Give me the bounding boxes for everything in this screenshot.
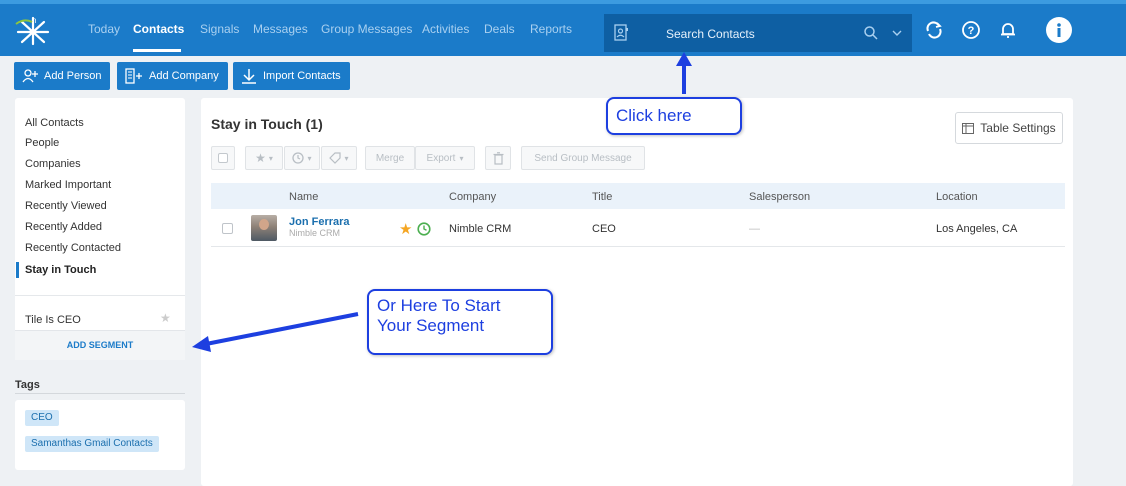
click-here-callout: Click here <box>606 97 742 135</box>
export-label: Export <box>426 152 456 164</box>
contact-lists-sidebar: All Contacts People Companies Marked Imp… <box>15 98 185 360</box>
column-header-name[interactable]: Name <box>289 191 318 203</box>
table-settings-button[interactable]: Table Settings <box>955 112 1063 144</box>
column-header-location[interactable]: Location <box>936 191 978 203</box>
nav-active-indicator <box>133 49 181 52</box>
sync-icon[interactable] <box>924 20 944 40</box>
sidebar-item-recently-contacted[interactable]: Recently Contacted <box>25 242 121 254</box>
tag-samanthas-gmail-contacts[interactable]: Samanthas Gmail Contacts <box>25 436 159 452</box>
download-icon <box>242 69 256 84</box>
import-contacts-label: Import Contacts <box>263 70 341 82</box>
trash-icon <box>493 151 503 165</box>
sidebar-item-companies[interactable]: Companies <box>25 158 81 170</box>
contacts-list-panel: Stay in Touch (1) Table Settings ★ ▾ ▾ ▾ … <box>201 98 1073 486</box>
contact-avatar[interactable] <box>251 215 277 241</box>
row-checkbox[interactable] <box>222 223 233 234</box>
add-company-icon <box>125 68 142 84</box>
nav-group-messages[interactable]: Group Messages <box>321 22 412 36</box>
callout-line-2: Your Segment <box>377 316 485 335</box>
nimble-logo-icon[interactable]: n <box>14 14 52 46</box>
list-title: Stay in Touch (1) <box>211 116 323 132</box>
add-company-button[interactable]: Add Company <box>117 62 228 90</box>
column-header-company[interactable]: Company <box>449 191 496 203</box>
sidebar-divider <box>15 295 185 296</box>
start-segment-callout: Or Here To Start Your Segment <box>367 289 553 355</box>
add-segment-button[interactable]: ADD SEGMENT <box>15 330 185 360</box>
send-group-message-button[interactable]: Send Group Message <box>521 146 645 170</box>
nav-signals[interactable]: Signals <box>200 22 239 36</box>
export-dropdown[interactable]: Export ▾ <box>415 146 475 170</box>
table-settings-label: Table Settings <box>980 121 1056 135</box>
svg-text:?: ? <box>968 25 975 37</box>
column-header-salesperson[interactable]: Salesperson <box>749 191 810 203</box>
contact-company-subtitle: Nimble CRM <box>289 228 341 238</box>
sidebar-active-indicator <box>16 262 19 278</box>
callout-line-1: Or Here To Start <box>377 296 501 315</box>
search-options[interactable] <box>856 14 912 52</box>
notifications-bell-icon[interactable] <box>998 20 1018 40</box>
contact-title: CEO <box>592 223 616 235</box>
nav-deals[interactable]: Deals <box>484 22 515 36</box>
sidebar-item-recently-added[interactable]: Recently Added <box>25 221 102 233</box>
nav-activities[interactable]: Activities <box>422 22 469 36</box>
contact-company: Nimble CRM <box>449 223 512 235</box>
columns-icon <box>962 122 975 134</box>
nav-today[interactable]: Today <box>88 22 120 36</box>
sidebar-item-people[interactable]: People <box>25 137 59 149</box>
contact-name-link[interactable]: Jon Ferrara <box>289 216 350 228</box>
nav-reports[interactable]: Reports <box>530 22 572 36</box>
svg-text:n: n <box>32 16 36 25</box>
stay-in-touch-clock-icon[interactable] <box>417 222 431 236</box>
clock-icon <box>292 152 305 164</box>
search-contacts-input[interactable]: Search Contacts <box>604 14 856 52</box>
chevron-down-icon[interactable] <box>892 29 902 37</box>
segment-tile-is-ceo[interactable]: Tile Is CEO <box>25 314 81 326</box>
table-header: Name Company Title Salesperson Location <box>211 183 1065 209</box>
tags-heading: Tags <box>15 379 40 391</box>
contact-salesperson: — <box>749 223 760 235</box>
mark-important-dropdown[interactable]: ★ ▾ <box>245 146 283 170</box>
add-person-button[interactable]: Add Person <box>14 62 111 90</box>
contact-card-icon <box>614 24 628 41</box>
delete-button[interactable] <box>485 146 511 170</box>
column-header-title[interactable]: Title <box>592 191 612 203</box>
nav-contacts[interactable]: Contacts <box>133 22 184 36</box>
sidebar-item-all-contacts[interactable]: All Contacts <box>25 117 84 129</box>
help-icon[interactable]: ? <box>961 20 981 40</box>
sidebar-item-stay-in-touch[interactable]: Stay in Touch <box>25 264 96 276</box>
top-navigation-bar: n Today Contacts Signals Messages Group … <box>0 0 1126 56</box>
tag-ceo[interactable]: CEO <box>25 410 59 426</box>
tags-divider <box>15 393 185 394</box>
select-all-checkbox[interactable] <box>211 146 235 170</box>
import-contacts-button[interactable]: Import Contacts <box>233 62 350 90</box>
add-person-label: Add Person <box>44 70 102 82</box>
info-icon <box>1057 23 1061 37</box>
merge-button[interactable]: Merge <box>365 146 415 170</box>
search-placeholder: Search Contacts <box>666 27 755 41</box>
search-icon[interactable] <box>863 25 879 41</box>
user-avatar[interactable] <box>1046 17 1072 43</box>
tags-panel: CEO Samanthas Gmail Contacts <box>15 400 185 470</box>
nav-messages[interactable]: Messages <box>253 22 308 36</box>
tag-dropdown[interactable]: ▾ <box>321 146 357 170</box>
star-icon: ★ <box>255 151 266 165</box>
click-here-text: Click here <box>616 106 692 125</box>
add-person-icon <box>22 69 38 83</box>
star-icon[interactable]: ★ <box>160 311 171 325</box>
sidebar-item-marked-important[interactable]: Marked Important <box>25 179 111 191</box>
add-company-label: Add Company <box>149 70 219 82</box>
tag-icon <box>329 152 342 164</box>
contact-location: Los Angeles, CA <box>936 223 1018 235</box>
stay-in-touch-dropdown[interactable]: ▾ <box>284 146 320 170</box>
sidebar-item-recently-viewed[interactable]: Recently Viewed <box>25 200 107 212</box>
table-row[interactable]: Jon Ferrara Nimble CRM ★ Nimble CRM CEO … <box>211 211 1065 247</box>
important-star-icon[interactable]: ★ <box>399 220 412 238</box>
